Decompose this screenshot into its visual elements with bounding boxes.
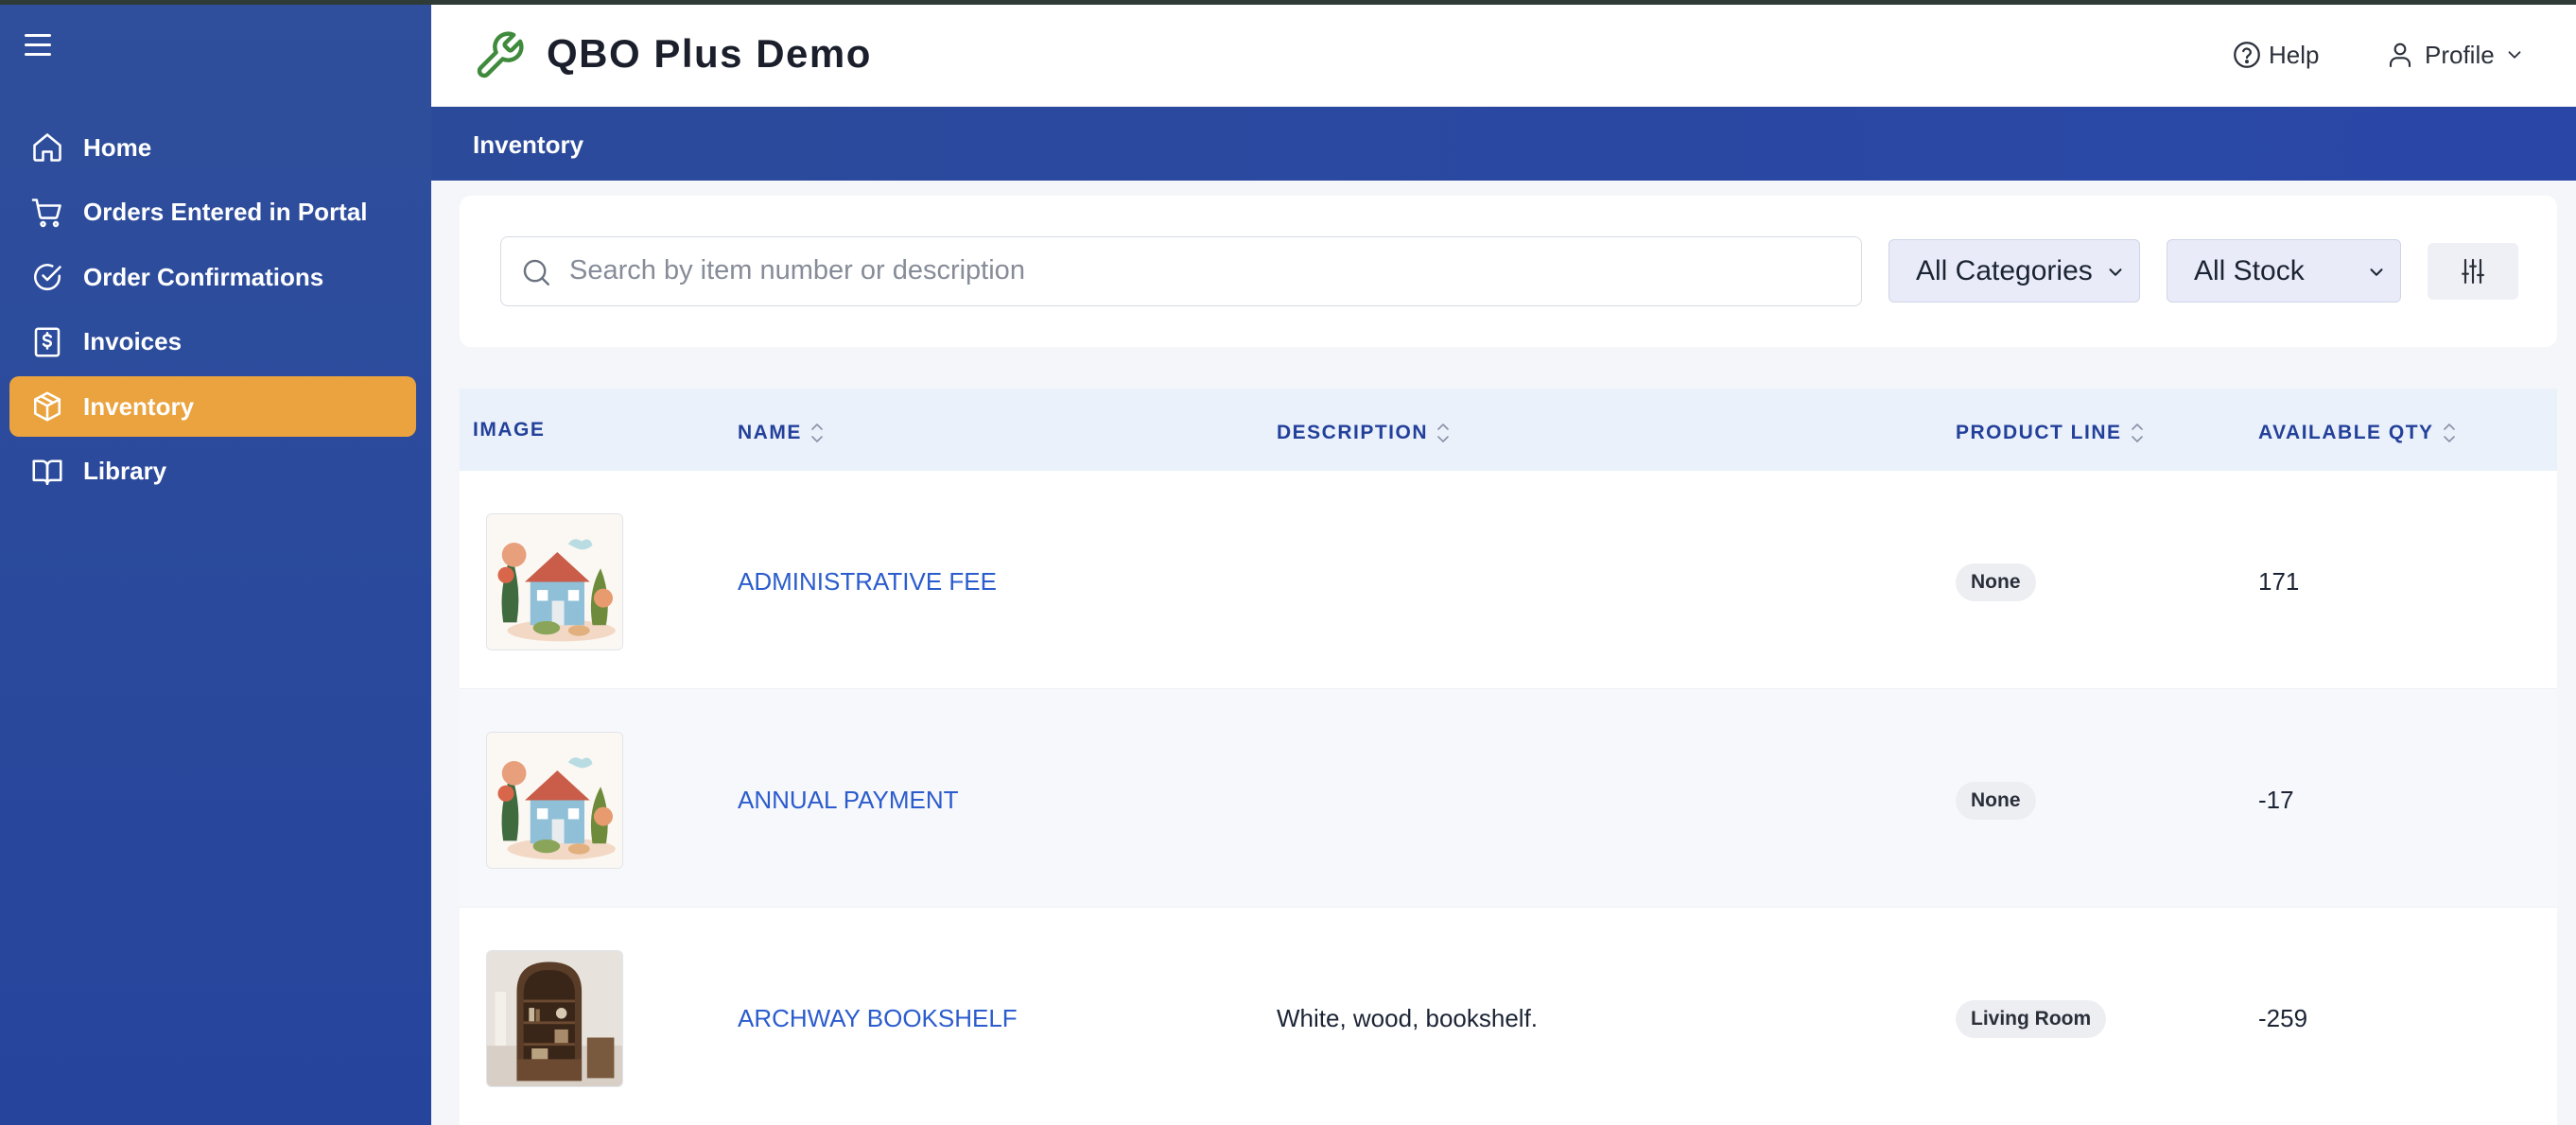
sort-icon [1437,424,1449,442]
item-name-link[interactable]: ARCHWAY BOOKSHELF [738,1004,1018,1033]
table-row[interactable]: ADMINISTRATIVE FEE None 171 [460,471,2557,689]
sidebar-item-label: Home [83,132,152,162]
table-header: IMAGE NAME DESCRIPTION PRODUCT LINE AVAI… [460,389,2557,471]
wrench-logo-icon [473,29,526,82]
filter-panel: All Categories All Stock [460,196,2557,347]
sidebar-item-orders[interactable]: Orders Entered in Portal [9,182,416,243]
item-name-link[interactable]: ADMINISTRATIVE FEE [738,567,997,597]
category-select[interactable]: All Categories [1888,239,2140,303]
column-header-name[interactable]: NAME [738,419,825,447]
help-icon [2234,42,2260,68]
chevron-down-icon [2370,268,2383,276]
stock-select-value: All Stock [2194,254,2305,286]
page-title-bar: Inventory [431,107,2576,181]
book-icon [30,455,64,489]
user-icon [2389,43,2411,68]
product-line-badge: None [1956,563,2036,601]
home-icon [30,130,64,164]
check-circle-icon [30,260,64,294]
stock-select[interactable]: All Stock [2167,239,2401,303]
sidebar-item-label: Library [83,457,167,485]
sidebar-item-label: Order Confirmations [83,262,324,291]
sort-icon [811,424,823,442]
sliders-icon [2462,258,2484,285]
item-name-link[interactable]: ANNUAL PAYMENT [738,786,959,815]
item-description: White, wood, bookshelf. [1277,1004,1539,1032]
box-icon [30,389,64,424]
app-header: QBO Plus Demo Help Profile [431,5,2576,107]
filter-settings-button[interactable] [2428,243,2518,300]
bookshelf-photo-icon [487,951,622,1086]
chevron-down-icon [2109,268,2122,276]
cart-icon [30,196,64,230]
page-title: Inventory [473,130,584,159]
available-qty: 171 [2258,567,2300,596]
available-qty: -17 [2258,786,2294,814]
help-button[interactable]: Help [2231,39,2319,71]
product-line-badge: None [1956,782,2036,820]
available-qty: -259 [2258,1004,2308,1032]
product-line-badge: Living Room [1956,1000,2107,1038]
invoice-icon [30,325,64,359]
item-thumbnail-house[interactable] [486,513,623,650]
sidebar-item-home[interactable]: Home [9,117,416,178]
table-row[interactable]: ARCHWAY BOOKSHELF White, wood, bookshelf… [460,908,2557,1125]
profile-menu[interactable]: Profile [2385,39,2525,71]
house-illustration-icon [487,514,622,649]
inventory-table: IMAGE NAME DESCRIPTION PRODUCT LINE AVAI… [460,389,2557,1125]
sort-icon [2443,424,2455,442]
sidebar-item-label: Orders Entered in Portal [83,198,368,226]
category-select-value: All Categories [1916,254,2093,286]
sidebar-item-library[interactable]: Library [9,441,416,502]
table-row[interactable]: ANNUAL PAYMENT None -17 [460,689,2557,908]
search-box [500,236,1862,306]
item-thumbnail-house[interactable] [486,732,623,869]
chevron-down-icon [2508,51,2521,59]
search-icon [523,259,549,286]
sidebar-item-order-confirmations[interactable]: Order Confirmations [9,247,416,307]
column-header-description[interactable]: DESCRIPTION [1277,419,1451,447]
sidebar-nav: Home Orders Entered in Portal Order Conf… [9,117,416,506]
column-header-available-qty[interactable]: AVAILABLE QTY [2258,419,2457,447]
sidebar: Home Orders Entered in Portal Order Conf… [0,0,431,1125]
column-header-product-line[interactable]: PRODUCT LINE [1956,419,2145,447]
search-input[interactable] [569,237,1846,304]
sidebar-item-inventory[interactable]: Inventory [9,376,416,437]
sidebar-item-invoices[interactable]: Invoices [9,312,416,372]
sort-icon [2131,424,2143,442]
sidebar-item-label: Invoices [83,327,183,355]
column-header-image: IMAGE [473,419,546,441]
profile-label: Profile [2425,40,2495,69]
house-illustration-icon [487,733,622,868]
help-label: Help [2269,40,2320,69]
app-title: QBO Plus Demo [547,31,872,76]
window-top-border [0,0,2576,5]
sidebar-item-label: Inventory [83,391,195,421]
menu-toggle-icon[interactable] [25,34,57,61]
item-thumbnail-bookshelf[interactable] [486,950,623,1087]
